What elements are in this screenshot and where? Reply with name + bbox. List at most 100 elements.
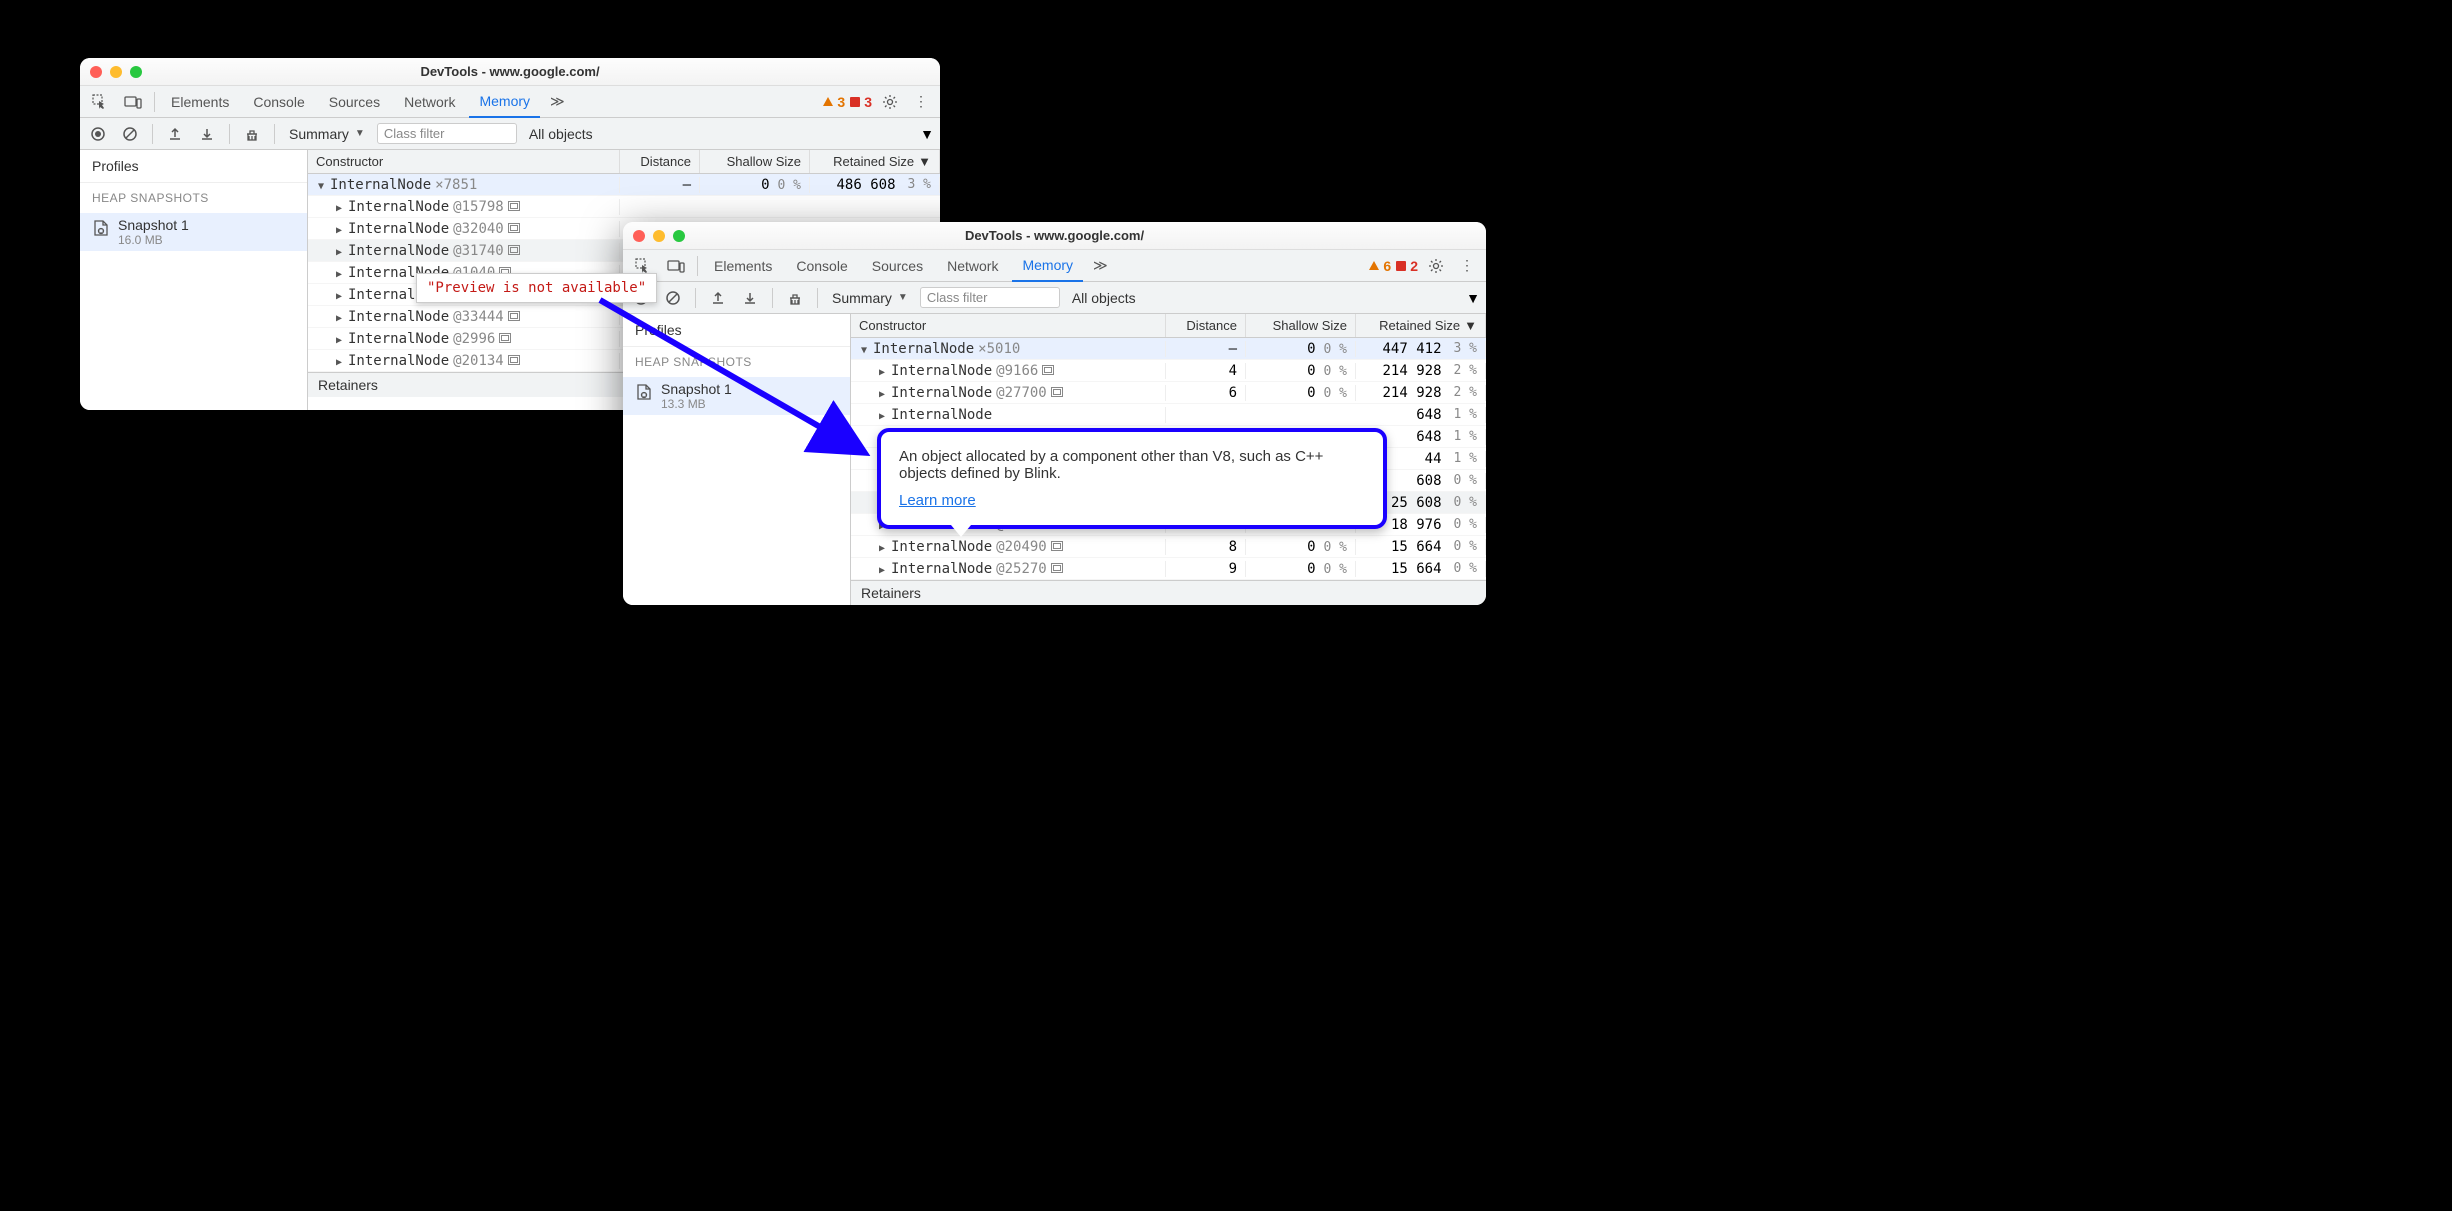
expand-arrow-icon[interactable] — [877, 407, 887, 423]
class-filter-input[interactable] — [377, 123, 517, 144]
col-constructor[interactable]: Constructor — [851, 314, 1166, 337]
expand-arrow-icon[interactable] — [334, 199, 344, 215]
download-icon[interactable] — [195, 124, 219, 144]
sidebar-section-label: HEAP SNAPSHOTS — [80, 183, 307, 213]
retainers-header[interactable]: Retainers — [851, 580, 1486, 605]
node-name: InternalNode — [330, 177, 431, 193]
error-count[interactable]: 3 — [849, 94, 872, 110]
close-icon[interactable] — [633, 230, 645, 242]
tab-console[interactable]: Console — [786, 250, 857, 282]
maximize-icon[interactable] — [130, 66, 142, 78]
col-retained[interactable]: Retained Size▼ — [1356, 314, 1486, 337]
cell-retained: 486 6083 % — [810, 177, 940, 193]
sort-desc-icon: ▼ — [1464, 318, 1477, 333]
scope-select[interactable]: All objects — [525, 126, 597, 142]
chevron-down-icon[interactable]: ▼ — [920, 126, 934, 142]
class-filter-input[interactable] — [920, 287, 1060, 308]
node-name: InternalNode — [348, 199, 449, 215]
gc-icon[interactable] — [240, 124, 264, 144]
col-shallow[interactable]: Shallow Size — [1246, 314, 1356, 337]
separator — [274, 124, 275, 144]
tab-elements[interactable]: Elements — [161, 86, 239, 118]
learn-more-link[interactable]: Learn more — [899, 492, 976, 509]
expand-arrow-icon[interactable] — [334, 243, 344, 259]
expand-arrow-icon[interactable] — [334, 331, 344, 347]
sidebar-header: Profiles — [623, 314, 850, 347]
tab-sources[interactable]: Sources — [319, 86, 390, 118]
col-distance[interactable]: Distance — [620, 150, 700, 173]
view-select[interactable]: Summary▼ — [828, 290, 912, 306]
settings-icon[interactable] — [876, 90, 904, 114]
snapshot-title: Snapshot 1 — [661, 381, 732, 397]
error-count[interactable]: 2 — [1395, 258, 1418, 274]
separator — [697, 256, 698, 276]
tooltip-text: An object allocated by a component other… — [899, 448, 1365, 482]
kebab-icon[interactable]: ⋮ — [1454, 253, 1480, 278]
device-toggle-icon[interactable] — [661, 255, 691, 277]
profiles-sidebar: Profiles HEAP SNAPSHOTS Snapshot 1 13.3 … — [623, 314, 851, 605]
expand-arrow-icon[interactable] — [859, 341, 869, 357]
close-icon[interactable] — [90, 66, 102, 78]
tab-console[interactable]: Console — [243, 86, 314, 118]
cell-retained: 15 6640 % — [1356, 539, 1486, 555]
expand-arrow-icon[interactable] — [877, 539, 887, 555]
device-toggle-icon[interactable] — [118, 91, 148, 113]
expand-arrow-icon[interactable] — [877, 363, 887, 379]
expand-arrow-icon[interactable] — [877, 385, 887, 401]
minimize-icon[interactable] — [110, 66, 122, 78]
table-row[interactable]: InternalNode @25270 900 %15 6640 % — [851, 558, 1486, 580]
expand-arrow-icon[interactable] — [334, 265, 344, 281]
cell-shallow: 00 % — [1246, 539, 1356, 555]
more-tabs-icon[interactable]: ≫ — [544, 89, 571, 114]
snapshot-item[interactable]: Snapshot 1 13.3 MB — [623, 377, 850, 415]
maximize-icon[interactable] — [673, 230, 685, 242]
col-shallow[interactable]: Shallow Size — [700, 150, 810, 173]
col-retained[interactable]: Retained Size▼ — [810, 150, 940, 173]
tab-sources[interactable]: Sources — [862, 250, 933, 282]
gc-icon[interactable] — [783, 288, 807, 308]
table-row[interactable]: InternalNode ×5010–00 %447 4123 % — [851, 338, 1486, 360]
record-icon[interactable] — [86, 124, 110, 144]
clear-icon[interactable] — [661, 288, 685, 308]
more-tabs-icon[interactable]: ≫ — [1087, 253, 1114, 278]
tab-memory[interactable]: Memory — [469, 86, 540, 118]
warning-count[interactable]: 3 — [822, 94, 845, 110]
clear-icon[interactable] — [118, 124, 142, 144]
element-badge-icon — [1042, 364, 1054, 378]
snapshot-item[interactable]: Snapshot 1 16.0 MB — [80, 213, 307, 251]
expand-arrow-icon[interactable] — [334, 309, 344, 325]
warning-count[interactable]: 6 — [1368, 258, 1391, 274]
table-row[interactable]: InternalNode @27700 600 %214 9282 % — [851, 382, 1486, 404]
tab-network[interactable]: Network — [937, 250, 1008, 282]
element-badge-icon — [1051, 562, 1063, 576]
chevron-down-icon[interactable]: ▼ — [1466, 290, 1480, 306]
table-row[interactable]: InternalNode @15798 — [308, 196, 940, 218]
upload-icon[interactable] — [163, 124, 187, 144]
scope-select[interactable]: All objects — [1068, 290, 1140, 306]
kebab-icon[interactable]: ⋮ — [908, 89, 934, 114]
download-icon[interactable] — [738, 288, 762, 308]
inspect-icon[interactable] — [86, 90, 114, 114]
table-row[interactable]: InternalNode ×7851–00 %486 6083 % — [308, 174, 940, 196]
expand-arrow-icon[interactable] — [316, 177, 326, 193]
expand-arrow-icon[interactable] — [877, 561, 887, 577]
tab-elements[interactable]: Elements — [704, 250, 782, 282]
table-row[interactable]: InternalNode @20490 800 %15 6640 % — [851, 536, 1486, 558]
col-constructor[interactable]: Constructor — [308, 150, 620, 173]
tab-network[interactable]: Network — [394, 86, 465, 118]
node-count: ×5010 — [978, 341, 1020, 357]
minimize-icon[interactable] — [653, 230, 665, 242]
settings-icon[interactable] — [1422, 254, 1450, 278]
node-name: InternalNode — [873, 341, 974, 357]
expand-arrow-icon[interactable] — [334, 353, 344, 369]
node-name: InternalNode — [348, 243, 449, 259]
view-select[interactable]: Summary▼ — [285, 126, 369, 142]
tab-memory[interactable]: Memory — [1012, 250, 1083, 282]
window-titlebar: DevTools - www.google.com/ — [623, 222, 1486, 250]
upload-icon[interactable] — [706, 288, 730, 308]
table-row[interactable]: InternalNode6481 % — [851, 404, 1486, 426]
expand-arrow-icon[interactable] — [334, 287, 344, 303]
col-distance[interactable]: Distance — [1166, 314, 1246, 337]
expand-arrow-icon[interactable] — [334, 221, 344, 237]
table-row[interactable]: InternalNode @9166 400 %214 9282 % — [851, 360, 1486, 382]
